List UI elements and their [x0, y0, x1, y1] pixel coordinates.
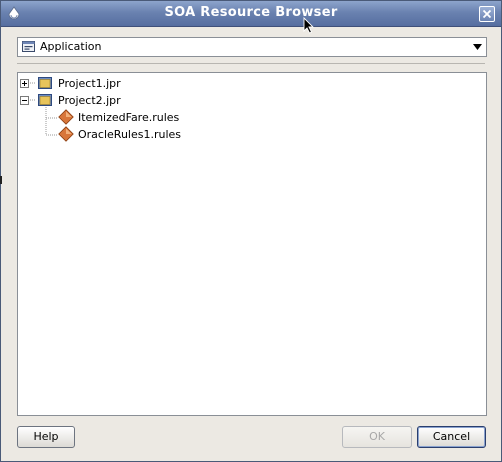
help-button[interactable]: Help [17, 426, 75, 448]
tree-item-project1[interactable]: Project1.jpr [18, 75, 218, 91]
close-button[interactable] [479, 6, 495, 22]
chevron-down-icon[interactable] [473, 44, 482, 50]
window-title: SOA Resource Browser [164, 5, 338, 20]
rules-diamond-icon [58, 126, 74, 142]
tree-item-label: ItemizedFare.rules [78, 111, 180, 124]
edge-artifact [0, 176, 2, 184]
cancel-button[interactable]: Cancel [417, 426, 486, 448]
folder-icon [38, 94, 52, 106]
resource-tree[interactable]: Project1.jpr Project2.jpr ItemizedFare.r… [17, 72, 487, 416]
ok-button[interactable]: OK [342, 426, 412, 448]
tree-item-label: Project1.jpr [58, 77, 121, 90]
expand-icon[interactable] [20, 79, 29, 88]
title-bar[interactable]: SOA Resource Browser [1, 1, 501, 27]
dialog-window: SOA Resource Browser Application Project… [0, 0, 502, 462]
collapse-icon[interactable] [20, 96, 29, 105]
close-icon [482, 9, 492, 19]
rules-diamond-icon [58, 109, 74, 125]
tree-item-itemizedfare-rules[interactable]: ItemizedFare.rules [18, 109, 238, 125]
mouse-cursor-icon [303, 17, 315, 34]
tree-item-oraclerules1-rules[interactable]: OracleRules1.rules [18, 126, 238, 142]
tree-item-label: OracleRules1.rules [78, 128, 182, 141]
dropdown-selected-value: Application [40, 40, 102, 53]
divider [17, 63, 485, 64]
tree-item-label: Project2.jpr [58, 94, 121, 107]
tree-item-project2[interactable]: Project2.jpr [18, 92, 218, 108]
location-dropdown[interactable]: Application [17, 37, 487, 57]
application-icon [22, 41, 35, 52]
folder-icon [38, 77, 52, 89]
